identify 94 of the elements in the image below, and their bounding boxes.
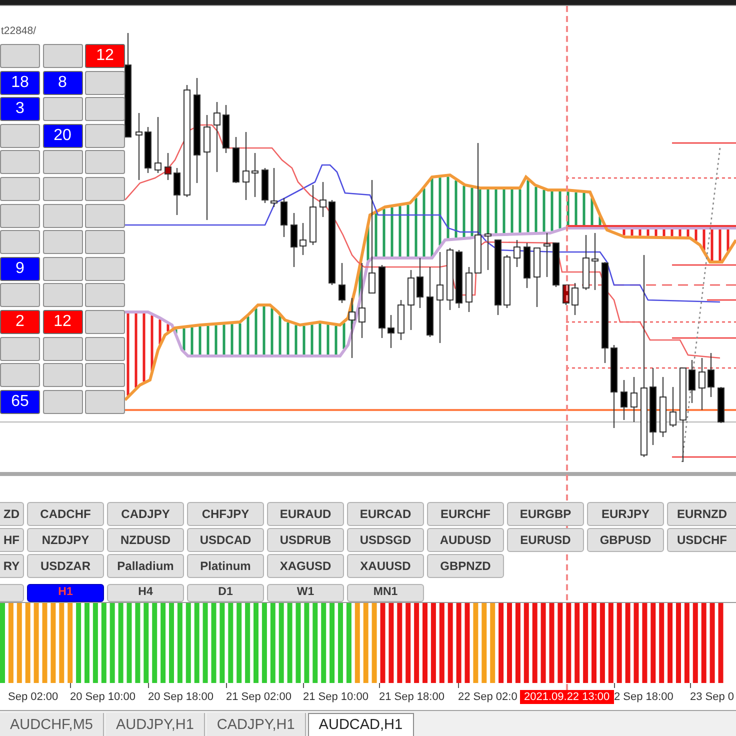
chart-tab[interactable]: AUDCHF,M5 (0, 713, 104, 736)
signal-cell: 12 (85, 44, 125, 68)
symbol-button[interactable]: EURCAD (347, 502, 424, 526)
time-label: 20 Sep 10:00 (70, 683, 148, 703)
grid-cell (42, 336, 82, 361)
grid-cell (42, 390, 82, 414)
symbol-button[interactable]: RY (0, 554, 24, 578)
cursor-time-label: 2021.09.22 13:00 (520, 690, 614, 704)
grid-cell (42, 283, 82, 308)
grid-cell (42, 256, 82, 281)
symbol-button[interactable]: CADJPY (107, 502, 184, 526)
symbol-button[interactable]: USDCAD (187, 528, 264, 552)
grid-cell (0, 44, 40, 68)
grid-cell (85, 336, 125, 361)
symbol-button[interactable]: USDZAR (27, 554, 104, 578)
time-label: Sep 02:00 (8, 690, 60, 703)
symbol-button[interactable]: USDCHF (667, 528, 736, 552)
signal-cell: 2 (0, 310, 40, 334)
symbol-button[interactable]: CHFJPY (187, 502, 264, 526)
symbol-button[interactable]: CADCHF (27, 502, 104, 526)
grid-cell (85, 176, 125, 201)
price-level-line (672, 456, 736, 458)
grid-cell (42, 230, 82, 254)
grid-cell (85, 230, 125, 254)
chart-tab[interactable]: AUDCAD,H1 (308, 713, 414, 736)
symbol-button[interactable]: XAGUSD (267, 554, 344, 578)
signal-cell: 9 (0, 256, 40, 281)
timeframe-button[interactable]: D1 (187, 584, 264, 602)
symbol-button[interactable]: GBPNZD (427, 554, 504, 578)
chart-tab[interactable]: CADJPY,H1 (206, 713, 306, 736)
grid-cell (0, 363, 40, 388)
signal-cell: 18 (0, 70, 40, 95)
grid-cell (85, 283, 125, 308)
grid-cell (42, 176, 82, 201)
price-level-line (672, 264, 736, 266)
grid-cell (0, 176, 40, 201)
grid-cell (42, 150, 82, 174)
grid-cell (42, 204, 82, 228)
grid-cell (85, 204, 125, 228)
symbol-button[interactable]: USDSGD (347, 528, 424, 552)
price-level-line (672, 142, 736, 144)
grid-cell (0, 150, 40, 174)
symbol-button[interactable]: Palladium (107, 554, 184, 578)
symbol-button[interactable]: USDRUB (267, 528, 344, 552)
grid-cell (85, 256, 125, 281)
grid-cell (85, 390, 125, 414)
grid-cell (85, 150, 125, 174)
symbol-button[interactable]: EURJPY (587, 502, 664, 526)
time-label: 20 Sep 18:00 (148, 683, 226, 703)
grid-cell (0, 283, 40, 308)
grid-cell (0, 204, 40, 228)
grid-cell (85, 97, 125, 122)
timeframe-button[interactable]: MN1 (347, 584, 424, 602)
symbol-button[interactable]: NZDUSD (107, 528, 184, 552)
chart-comment: t22848/ (1, 25, 36, 37)
signal-cell: 65 (0, 390, 40, 414)
symbol-button[interactable]: EURUSD (507, 528, 584, 552)
symbol-button[interactable]: AUDUSD (427, 528, 504, 552)
signal-cell: 12 (42, 310, 82, 334)
grid-cell (42, 44, 82, 68)
chart-tab[interactable]: AUDJPY,H1 (106, 713, 205, 736)
symbol-button[interactable]: Platinum (187, 554, 264, 578)
symbol-button[interactable]: EURGBP (507, 502, 584, 526)
grid-cell (42, 363, 82, 388)
price-level-line (707, 299, 736, 301)
signal-cell: 8 (42, 70, 82, 95)
time-label: 21 Sep 18:00 (379, 683, 458, 703)
timeframe-button[interactable]: H4 (107, 584, 184, 602)
grid-cell (85, 70, 125, 95)
grid-cell (85, 363, 125, 388)
time-label: 22 Sep 02:0 (458, 683, 520, 703)
symbol-button[interactable]: HF (0, 528, 24, 552)
grid-cell (0, 230, 40, 254)
time-label: 23 Sep 0 (690, 683, 736, 703)
grid-cell (0, 336, 40, 361)
grid-cell (42, 97, 82, 122)
grid-cell (0, 124, 40, 148)
symbol-button[interactable]: EURNZD (667, 502, 736, 526)
time-label: 21 Sep 10:00 (303, 683, 379, 703)
signal-cell: 3 (0, 97, 40, 122)
time-label: 2 Sep 18:00 (614, 683, 690, 703)
symbol-button[interactable]: EURCHF (427, 502, 504, 526)
grid-cell (85, 124, 125, 148)
signal-cell: 20 (42, 124, 82, 148)
timeframe-button[interactable] (0, 584, 24, 602)
symbol-button[interactable]: XAUUSD (347, 554, 424, 578)
symbol-button[interactable]: NZDJPY (27, 528, 104, 552)
grid-cell (85, 310, 125, 334)
time-label: 21 Sep 02:00 (226, 683, 303, 703)
timeframe-button[interactable]: W1 (267, 584, 344, 602)
symbol-button[interactable]: ZD (0, 502, 24, 526)
price-level-line (672, 337, 736, 339)
symbol-button[interactable]: EURAUD (267, 502, 344, 526)
symbol-button[interactable]: GBPUSD (587, 528, 664, 552)
